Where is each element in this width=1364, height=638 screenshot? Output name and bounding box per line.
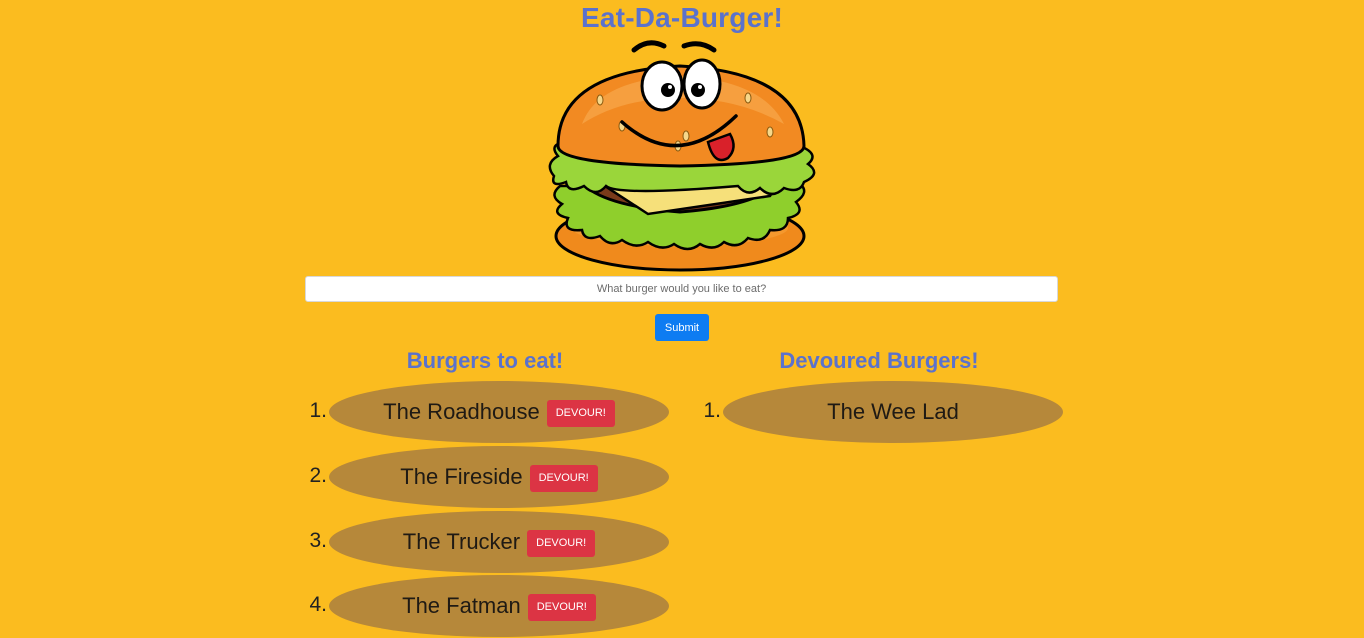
burger-name: The Wee Lad bbox=[827, 399, 959, 424]
burger-name: The Fatman bbox=[402, 593, 521, 618]
devoured-burgers-heading: Devoured Burgers! bbox=[779, 348, 979, 373]
list-item-number: 3. bbox=[309, 529, 327, 552]
burger-name: The Trucker bbox=[402, 529, 521, 554]
list-item-number: 1. bbox=[309, 399, 327, 422]
list-item-number: 4. bbox=[309, 593, 327, 616]
submit-button[interactable]: Submit bbox=[655, 314, 709, 341]
burger-name: The Roadhouse bbox=[383, 399, 540, 424]
list-item-number: 2. bbox=[309, 464, 327, 487]
burger-oval: The Wee Lad bbox=[723, 381, 1063, 443]
devour-button[interactable]: DEVOUR! bbox=[546, 399, 615, 427]
devour-button[interactable]: DEVOUR! bbox=[529, 464, 598, 492]
burger-name: The Fireside bbox=[400, 464, 523, 489]
burger-oval: The Fireside DEVOUR! bbox=[329, 446, 669, 508]
list-item-number: 1. bbox=[703, 399, 721, 422]
burger-mascot-image bbox=[548, 40, 816, 272]
devour-button[interactable]: DEVOUR! bbox=[527, 593, 596, 621]
burger-oval: The Trucker DEVOUR! bbox=[329, 511, 669, 573]
devour-button[interactable]: DEVOUR! bbox=[527, 529, 596, 557]
burger-oval: The Roadhouse DEVOUR! bbox=[329, 381, 669, 443]
page-title: Eat-Da-Burger! bbox=[581, 2, 783, 33]
page: Eat-Da-Burger! What burger would you lik… bbox=[0, 0, 1364, 638]
burgers-to-eat-heading: Burgers to eat! bbox=[406, 348, 564, 373]
burger-oval: The Fatman DEVOUR! bbox=[329, 575, 669, 637]
burger-name-input[interactable] bbox=[305, 276, 1058, 302]
